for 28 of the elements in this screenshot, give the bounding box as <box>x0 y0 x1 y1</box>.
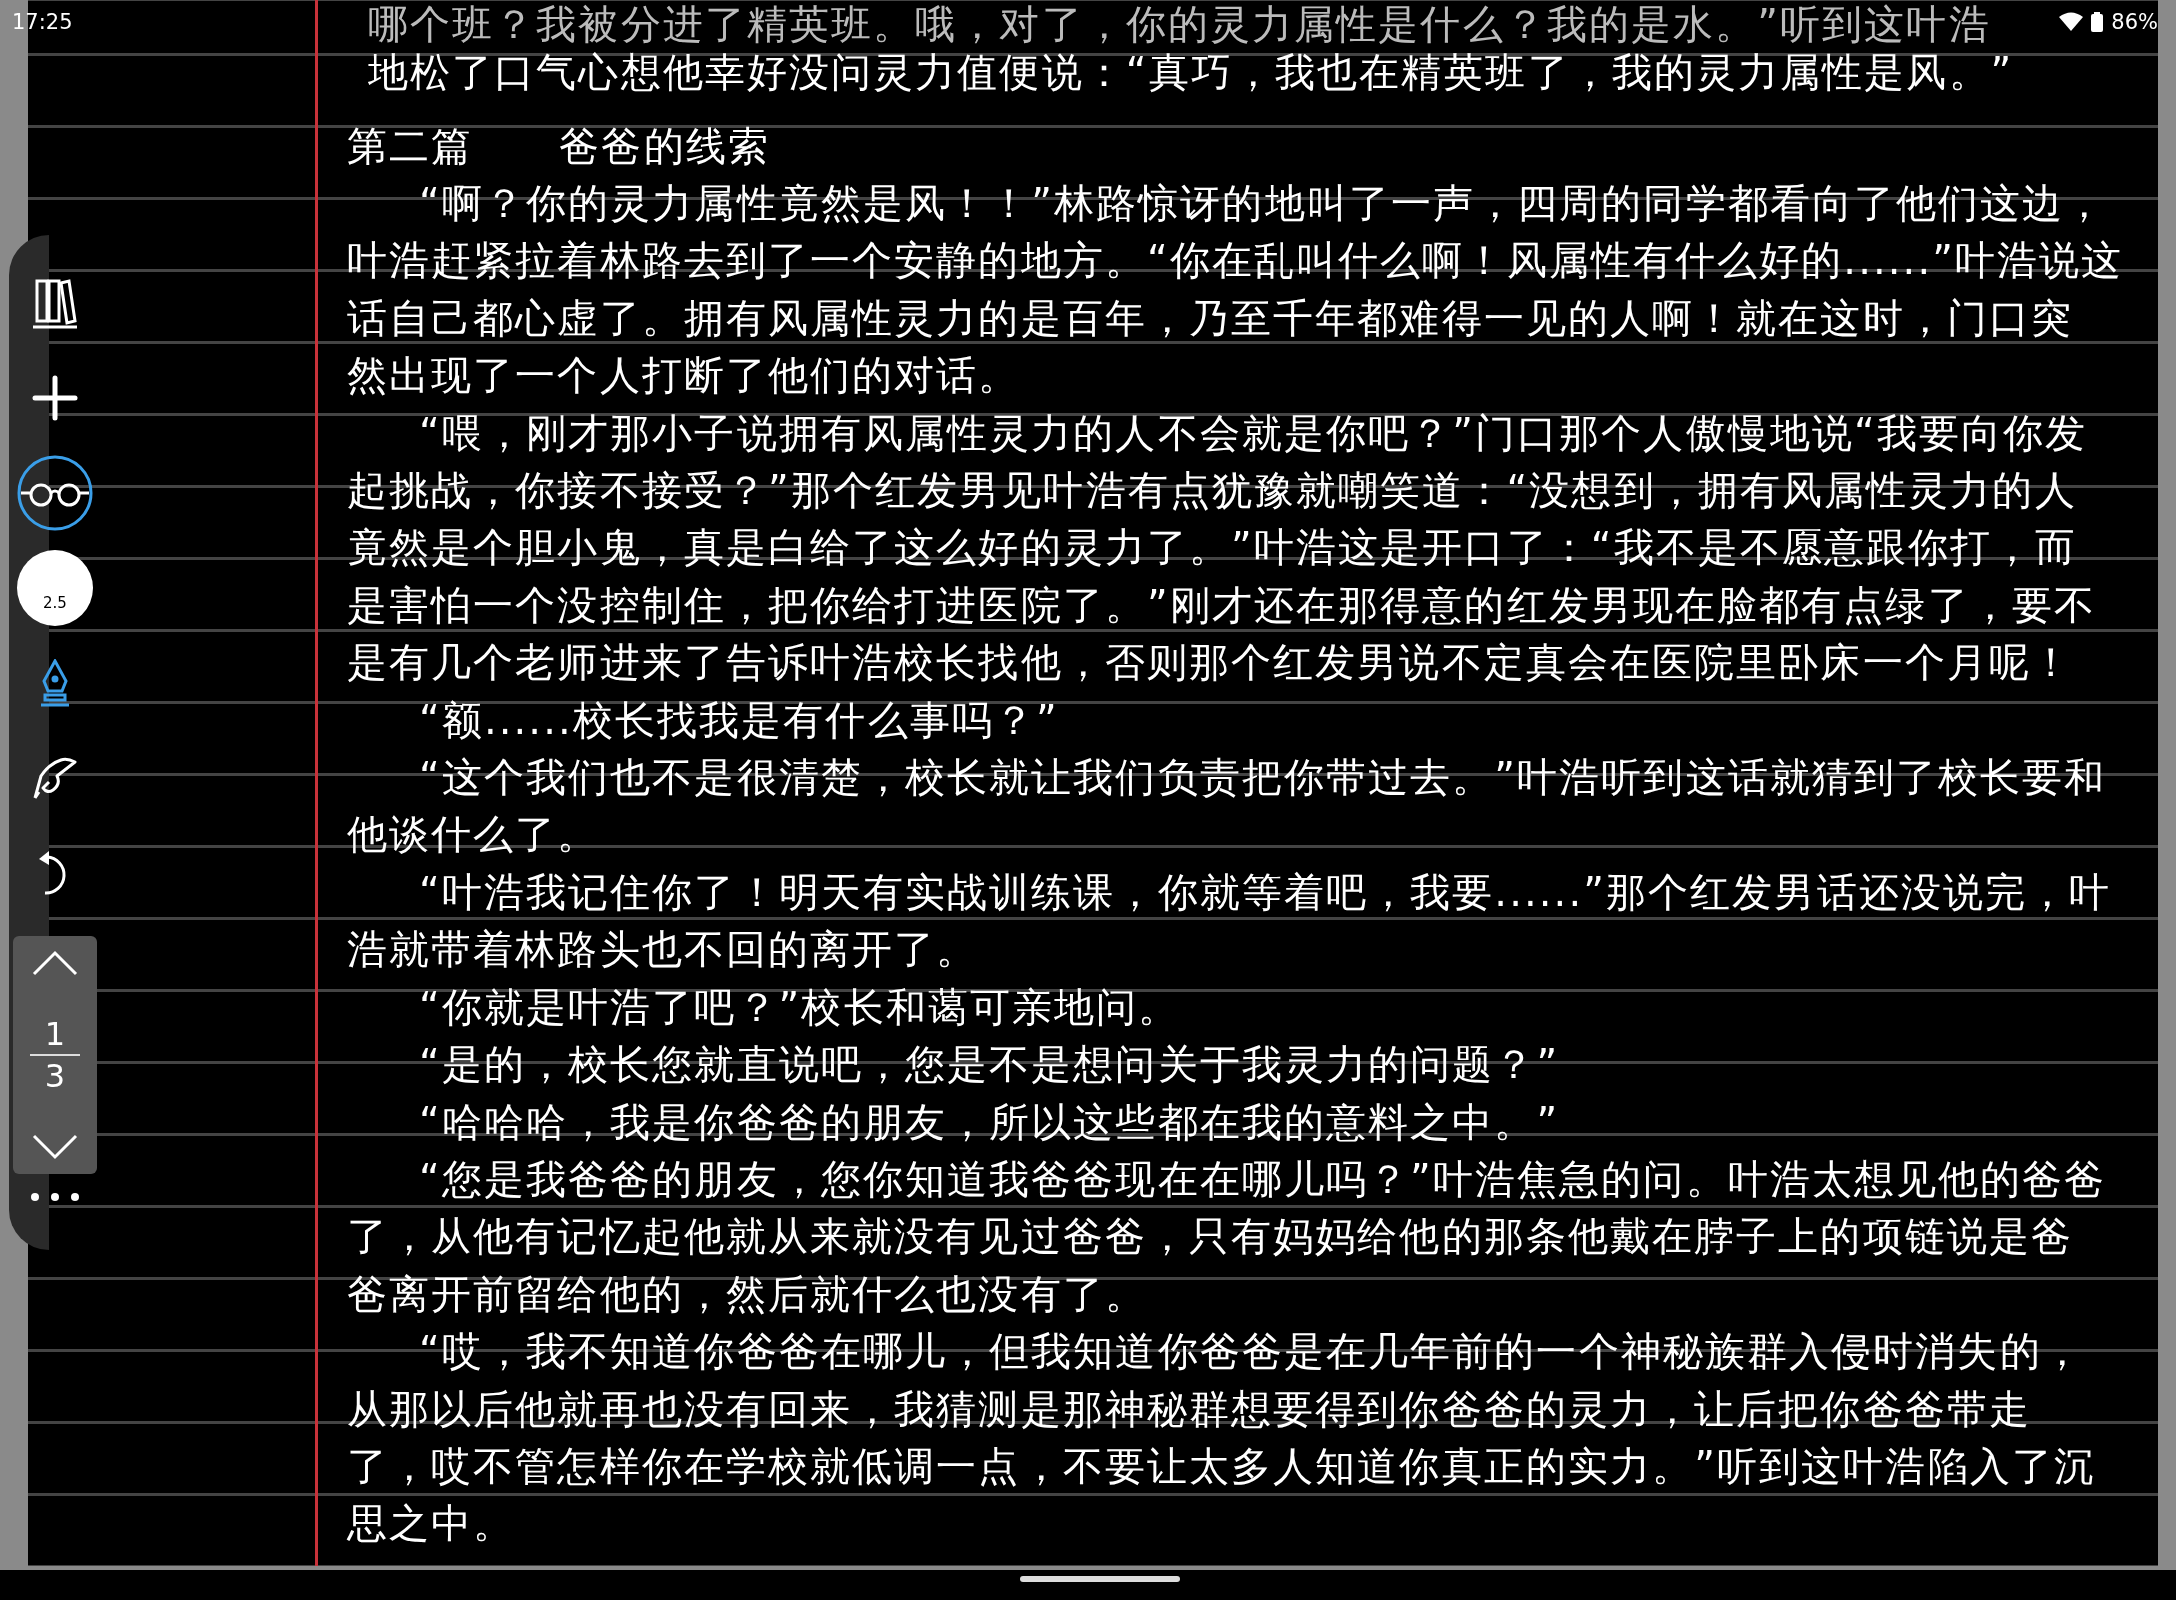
paragraph: “喂，刚才那小子说拥有风属性灵力的人不会就是你吧？”门口那个人傲慢地说“我要向你发 起挑战，你接不接受？”那个红发男见叶浩有点犹豫就嘲笑道：“没想到，拥有风属性灵力的人 竟然是个胆小鬼，真是白给了这么好的灵力了。”叶浩这是开口了：“我不是不愿意跟你打，而 是害怕一个没控制住，把你给打进医院了。”刚才还在那得意的红发男现在脸都有点绿了，要不 是有几个老师进来了告诉叶浩校长找他，否则那个红发男说不定真会在医院里卧床一个月呢！ <box>347 408 2097 688</box>
paragraph: “你就是叶浩了吧？”校长和蔼可亲地问。 <box>418 982 1182 1032</box>
text-line: 哪个班？我被分进了精英班。哦，对了，你的灵力属性是什么？我的是水。”听到这叶浩 <box>368 0 1991 48</box>
total-pages: 3 <box>44 1056 66 1096</box>
books-icon <box>31 276 79 329</box>
more-icon <box>30 1192 80 1202</box>
previous-page-button[interactable] <box>32 950 78 976</box>
wifi-icon <box>2059 12 2084 32</box>
text-line: 地松了口气心想他幸好没问灵力值便说：“真巧，我也在精英班了，我的灵力属性是风。” <box>368 48 2014 96</box>
paragraph: “哎，我不知道你爸爸在哪儿，但我知道你爸爸是在几年前的一个神秘族群入侵时消失的， 从那以后他就再也没有回来，我猜测是那神秘群想要得到你爸爸的灵力，让后把你爸爸带走 了，哎不管怎样你在学校就低调一点，不要让太多人知道你真正的实力。”听到这叶浩陷入了沉 思之中。 <box>347 1327 2097 1549</box>
chevron-up-icon <box>32 950 78 976</box>
more-button[interactable] <box>30 1192 80 1202</box>
paragraph: “啊？你的灵力属性竟然是风！！”林路惊讶的地叫了一声，四周的同学都看向了他们这边， 叶浩赶紧拉着林路去到了一个安静的地方。“你在乱叫什么啊！风属性有什么好的......”叶浩说这 话自己都心虚了。拥有风属性灵力的是百年，乃至千年都难得一见的人啊！就在这时，门口突 然出现了一个人打断了他们的对话。 <box>347 179 2125 401</box>
chevron-down-icon <box>32 1134 78 1160</box>
chapter-title: 爸爸的线索 <box>559 122 770 171</box>
paragraph: “您是我爸爸的朋友，您你知道我爸爸现在在哪儿吗？”叶浩焦急的问。叶浩太想见他的爸爸 了，从他有记忆起他就从来就没有见过爸爸，只有妈妈给他的那条他戴在脖子上的项链说是爸 爸离开前留给他的，然后就什么也没有了。 <box>347 1154 2108 1319</box>
plus-icon <box>32 374 78 421</box>
clock: 17:25 <box>12 10 73 34</box>
battery-level: 86% <box>2111 10 2158 34</box>
chapter-number: 第二篇 <box>347 122 474 171</box>
paragraph: “哈哈哈，我是你爸爸的朋友，所以这些都在我的意料之中。” <box>418 1097 1561 1147</box>
battery-icon <box>2091 12 2104 32</box>
next-page-button[interactable] <box>32 1134 78 1160</box>
paragraph: “这个我们也不是很清楚，校长就让我们负责把你带过去。”叶浩听到这话就猜到了校长要和 他谈什么了。 <box>347 753 2108 860</box>
current-page: 1 <box>44 1014 66 1054</box>
paragraph: “额......校长找我是有什么事吗？” <box>418 695 1060 745</box>
paragraph: “是的，校长您就直说吧，您是不是想问关于我灵力的问题？” <box>418 1040 1561 1090</box>
paragraph: “叶浩我记住你了！明天有实战训练课，你就等着吧，我要......”那个红发男话还没说完，叶 浩就带着林路头也不回的离开了。 <box>347 867 2113 975</box>
